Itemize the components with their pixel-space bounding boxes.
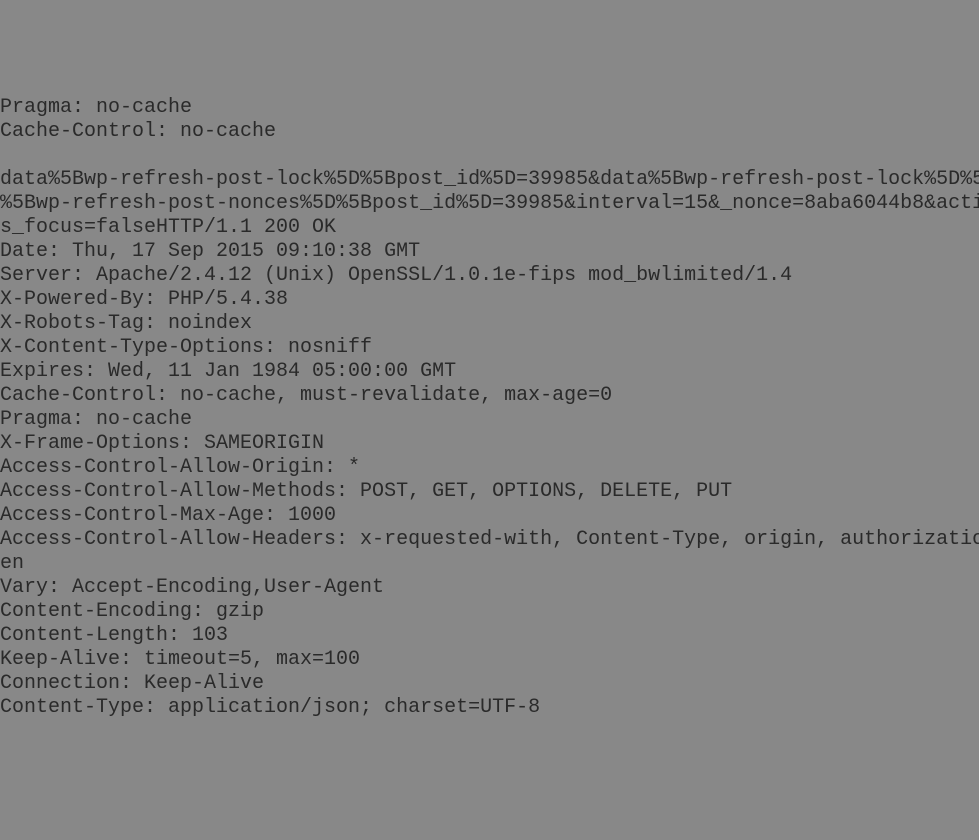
line: X-Robots-Tag: noindex	[0, 312, 252, 335]
line: X-Frame-Options: SAMEORIGIN	[0, 432, 324, 455]
line: Vary: Accept-Encoding,User-Agent	[0, 576, 384, 599]
line: Cache-Control: no-cache, must-revalidate…	[0, 384, 612, 407]
line: Content-Encoding: gzip	[0, 600, 264, 623]
line: Date: Thu, 17 Sep 2015 09:10:38 GMT	[0, 240, 420, 263]
line: Keep-Alive: timeout=5, max=100	[0, 648, 360, 671]
line: Connection: Keep-Alive	[0, 672, 264, 695]
line: Access-Control-Allow-Headers: x-requeste…	[0, 528, 979, 551]
line: s_focus=falseHTTP/1.1 200 OK	[0, 216, 336, 239]
line: Access-Control-Max-Age: 1000	[0, 504, 336, 527]
line: %5Bwp-refresh-post-nonces%5D%5Bpost_id%5…	[0, 192, 979, 215]
line: data%5Bwp-refresh-post-lock%5D%5Bpost_id…	[0, 168, 979, 191]
line: X-Content-Type-Options: nosniff	[0, 336, 372, 359]
line: Access-Control-Allow-Methods: POST, GET,…	[0, 480, 732, 503]
line: Pragma: no-cache	[0, 96, 192, 119]
line: Server: Apache/2.4.12 (Unix) OpenSSL/1.0…	[0, 264, 792, 287]
line: Expires: Wed, 11 Jan 1984 05:00:00 GMT	[0, 360, 456, 383]
line: Content-Type: application/json; charset=…	[0, 696, 540, 719]
line: Pragma: no-cache	[0, 408, 192, 431]
line: Access-Control-Allow-Origin: *	[0, 456, 360, 479]
http-output: Pragma: no-cache Cache-Control: no-cache…	[0, 96, 979, 720]
line: en	[0, 552, 24, 575]
line: X-Powered-By: PHP/5.4.38	[0, 288, 288, 311]
line: Cache-Control: no-cache	[0, 120, 276, 143]
line: Content-Length: 103	[0, 624, 228, 647]
